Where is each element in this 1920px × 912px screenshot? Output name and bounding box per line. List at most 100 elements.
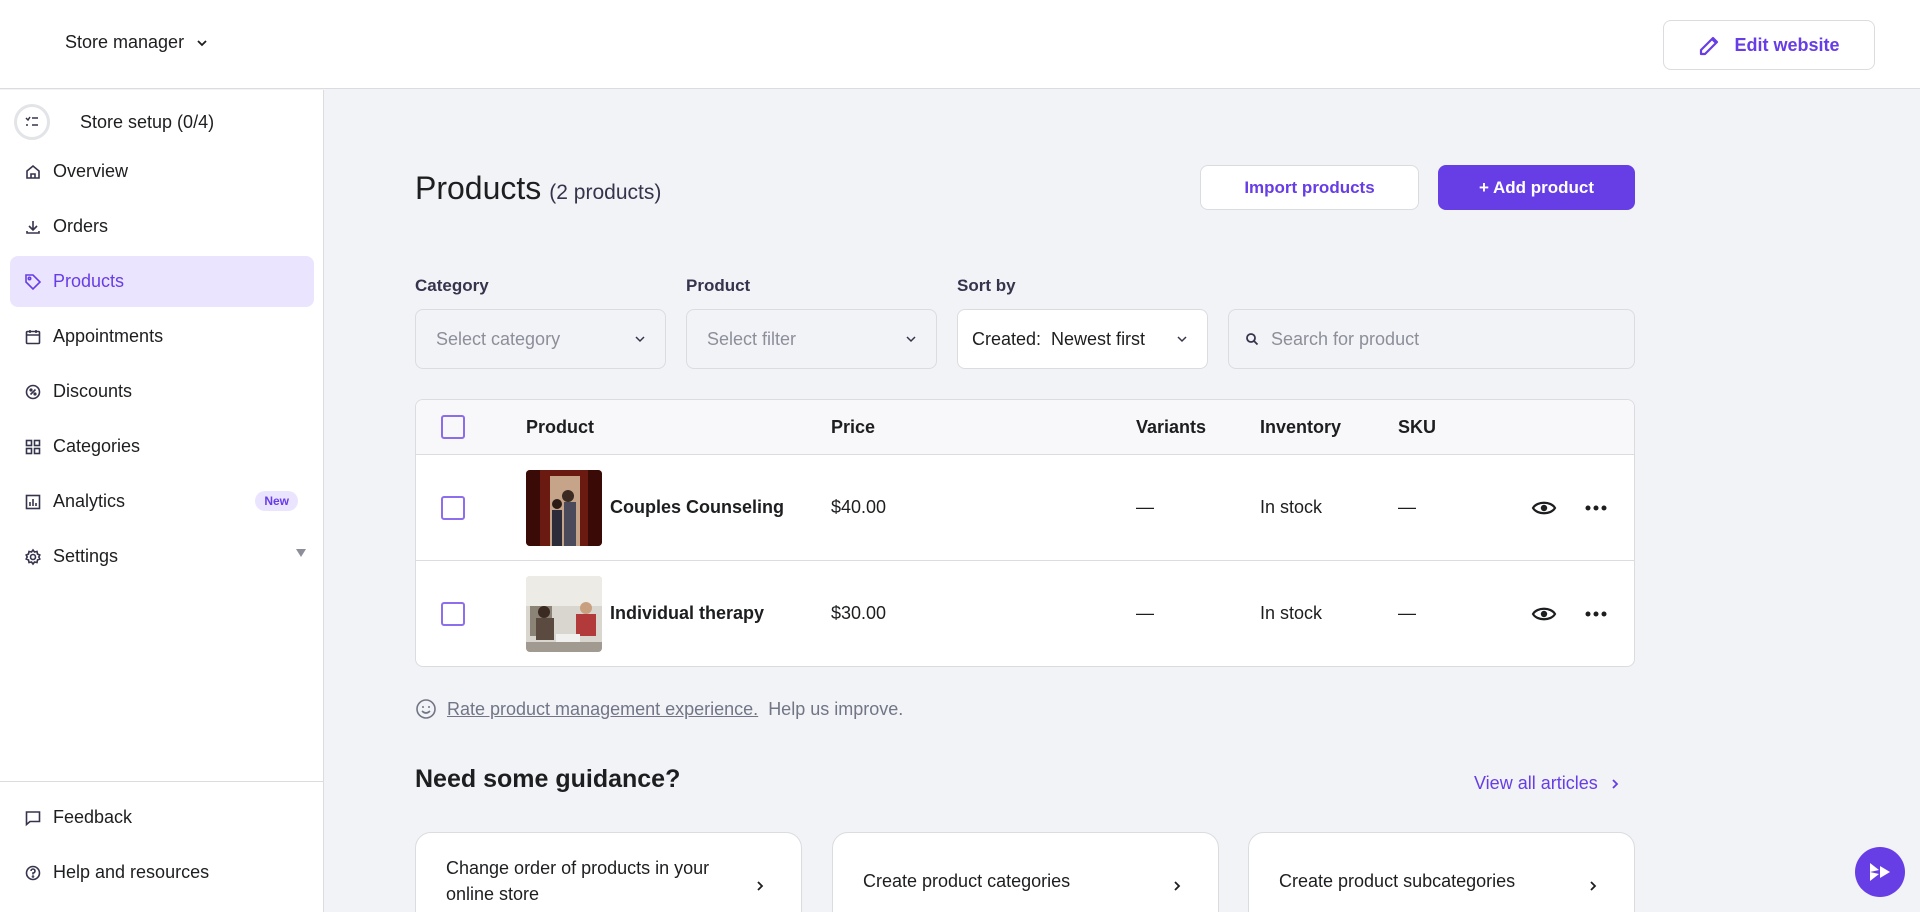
sort-by-label: Sort by [957, 276, 1016, 295]
product-name[interactable]: Couples Counseling [610, 497, 784, 518]
edit-website-label: Edit website [1734, 34, 1840, 55]
chevron-down-icon [635, 336, 645, 343]
calendar-icon [25, 329, 41, 344]
select-all-checkbox[interactable] [441, 415, 465, 439]
top-bar: Store manager Edit website [0, 0, 1920, 89]
product-price: $40.00 [831, 497, 887, 517]
guidance-card[interactable]: Create product subcategories [1248, 832, 1635, 912]
sidebar-item-products[interactable]: Products [10, 256, 314, 307]
product-inventory: In stock [1260, 603, 1323, 623]
chevron-down-icon [1177, 336, 1187, 343]
sort-by-value: Created: Newest first [972, 328, 1146, 349]
column-header-product: Product [526, 417, 595, 437]
guidance-card-title: Change order of products in your online … [446, 858, 710, 904]
sidebar-item-label: Feedback [53, 807, 133, 827]
sidebar-item-label: Products [53, 271, 125, 291]
column-header-sku: SKU [1398, 417, 1437, 437]
sidebar-item-analytics[interactable]: Analytics New [10, 476, 314, 527]
main-content: Products (2 products) Import products + … [325, 90, 1920, 912]
more-options-icon[interactable] [1583, 601, 1609, 627]
sidebar-item-label: Help and resources [53, 862, 210, 882]
column-header-inventory: Inventory [1260, 417, 1342, 437]
sidebar-item-overview[interactable]: Overview [10, 146, 314, 197]
product-name[interactable]: Individual therapy [610, 603, 764, 624]
sidebar: Store setup (0/4) Overview Orders Produc… [0, 90, 324, 912]
table-header: Product Price Variants Inventory SKU [416, 400, 1634, 455]
product-filter-value: Select filter [707, 328, 797, 349]
sidebar-item-label: Discounts [53, 381, 133, 401]
table-row[interactable]: Couples Counseling $40.00 — In stock — [416, 455, 1634, 561]
guidance-card-title: Create product subcategories [1279, 871, 1516, 891]
pencil-icon [1700, 36, 1719, 56]
sidebar-item-label: Overview [53, 161, 129, 181]
help-icon [25, 865, 41, 880]
gear-icon [25, 548, 41, 565]
product-filter-label: Product [686, 276, 751, 295]
product-sku: — [1398, 497, 1416, 517]
category-filter-label: Category [415, 276, 489, 295]
add-product-button[interactable]: + Add product [1438, 165, 1635, 210]
guidance-card[interactable]: Change order of products in your online … [415, 832, 802, 912]
category-select[interactable]: Select category [415, 309, 666, 369]
grid-icon [25, 439, 41, 454]
sidebar-item-label: Analytics [53, 491, 126, 511]
product-search [1228, 309, 1635, 369]
products-table: Product Price Variants Inventory SKU Cou… [415, 399, 1635, 667]
row-checkbox[interactable] [441, 496, 465, 520]
chevron-right-icon [1590, 881, 1597, 891]
more-options-icon[interactable] [1583, 495, 1609, 521]
store-setup[interactable]: Store setup (0/4) [14, 104, 214, 140]
search-icon [1246, 333, 1259, 346]
eye-icon[interactable] [1531, 495, 1557, 521]
sidebar-item-feedback[interactable]: Feedback [10, 792, 313, 843]
tag-icon [25, 273, 42, 290]
product-count: (2 products) [549, 181, 662, 204]
sidebar-item-appointments[interactable]: Appointments [10, 311, 314, 362]
smile-icon [416, 699, 436, 719]
category-select-value: Select category [436, 328, 561, 349]
row-checkbox[interactable] [441, 602, 465, 626]
chevron-right-icon [1174, 881, 1181, 891]
sidebar-item-settings[interactable]: Settings [10, 531, 314, 582]
eye-icon[interactable] [1531, 601, 1557, 627]
sidebar-item-help[interactable]: Help and resources [10, 847, 313, 898]
edit-website-button[interactable]: Edit website [1663, 20, 1875, 70]
product-sku: — [1398, 603, 1416, 623]
sidebar-footer: Feedback Help and resources [0, 781, 323, 902]
sidebar-item-categories[interactable]: Categories [10, 421, 314, 472]
rate-experience-link[interactable]: Rate product management experience. [447, 699, 758, 720]
product-variants: — [1136, 603, 1154, 623]
download-icon [26, 220, 40, 234]
discount-icon [25, 384, 41, 399]
sort-by-select[interactable]: Created: Newest first [957, 309, 1208, 369]
product-inventory: In stock [1260, 497, 1323, 517]
sidebar-item-label: Settings [53, 546, 119, 566]
sidebar-item-label: Orders [53, 216, 109, 236]
caret-down-icon [296, 549, 306, 557]
guidance-card[interactable]: Create product categories [832, 832, 1219, 912]
home-icon [26, 164, 40, 179]
sidebar-item-discounts[interactable]: Discounts [10, 366, 314, 417]
product-variants: — [1136, 497, 1154, 517]
table-row[interactable]: Individual therapy $30.00 — In stock — [416, 561, 1634, 666]
product-filter-select[interactable]: Select filter [686, 309, 937, 369]
sidebar-item-orders[interactable]: Orders [10, 201, 314, 252]
import-products-button[interactable]: Import products [1200, 165, 1419, 210]
chevron-right-icon [1612, 778, 1618, 789]
search-input[interactable] [1271, 328, 1611, 350]
guidance-card-title: Create product categories [863, 871, 1071, 891]
store-manager-dropdown[interactable]: Store manager [65, 32, 210, 53]
rate-experience: Rate product management experience. Help… [415, 698, 903, 720]
new-badge: New [255, 491, 298, 511]
chevron-down-icon [906, 336, 916, 343]
page-title-text: Products [415, 170, 542, 206]
view-all-articles-link[interactable]: View all articles [1474, 773, 1622, 794]
store-manager-label: Store manager [65, 32, 185, 52]
column-header-price: Price [831, 417, 876, 437]
rate-experience-text: Help us improve. [768, 698, 904, 719]
view-all-articles-label: View all articles [1474, 773, 1598, 793]
product-price: $30.00 [831, 603, 887, 623]
assistant-icon [1870, 863, 1890, 881]
sidebar-item-label: Categories [53, 436, 141, 456]
assistant-chat-button[interactable] [1855, 847, 1905, 897]
